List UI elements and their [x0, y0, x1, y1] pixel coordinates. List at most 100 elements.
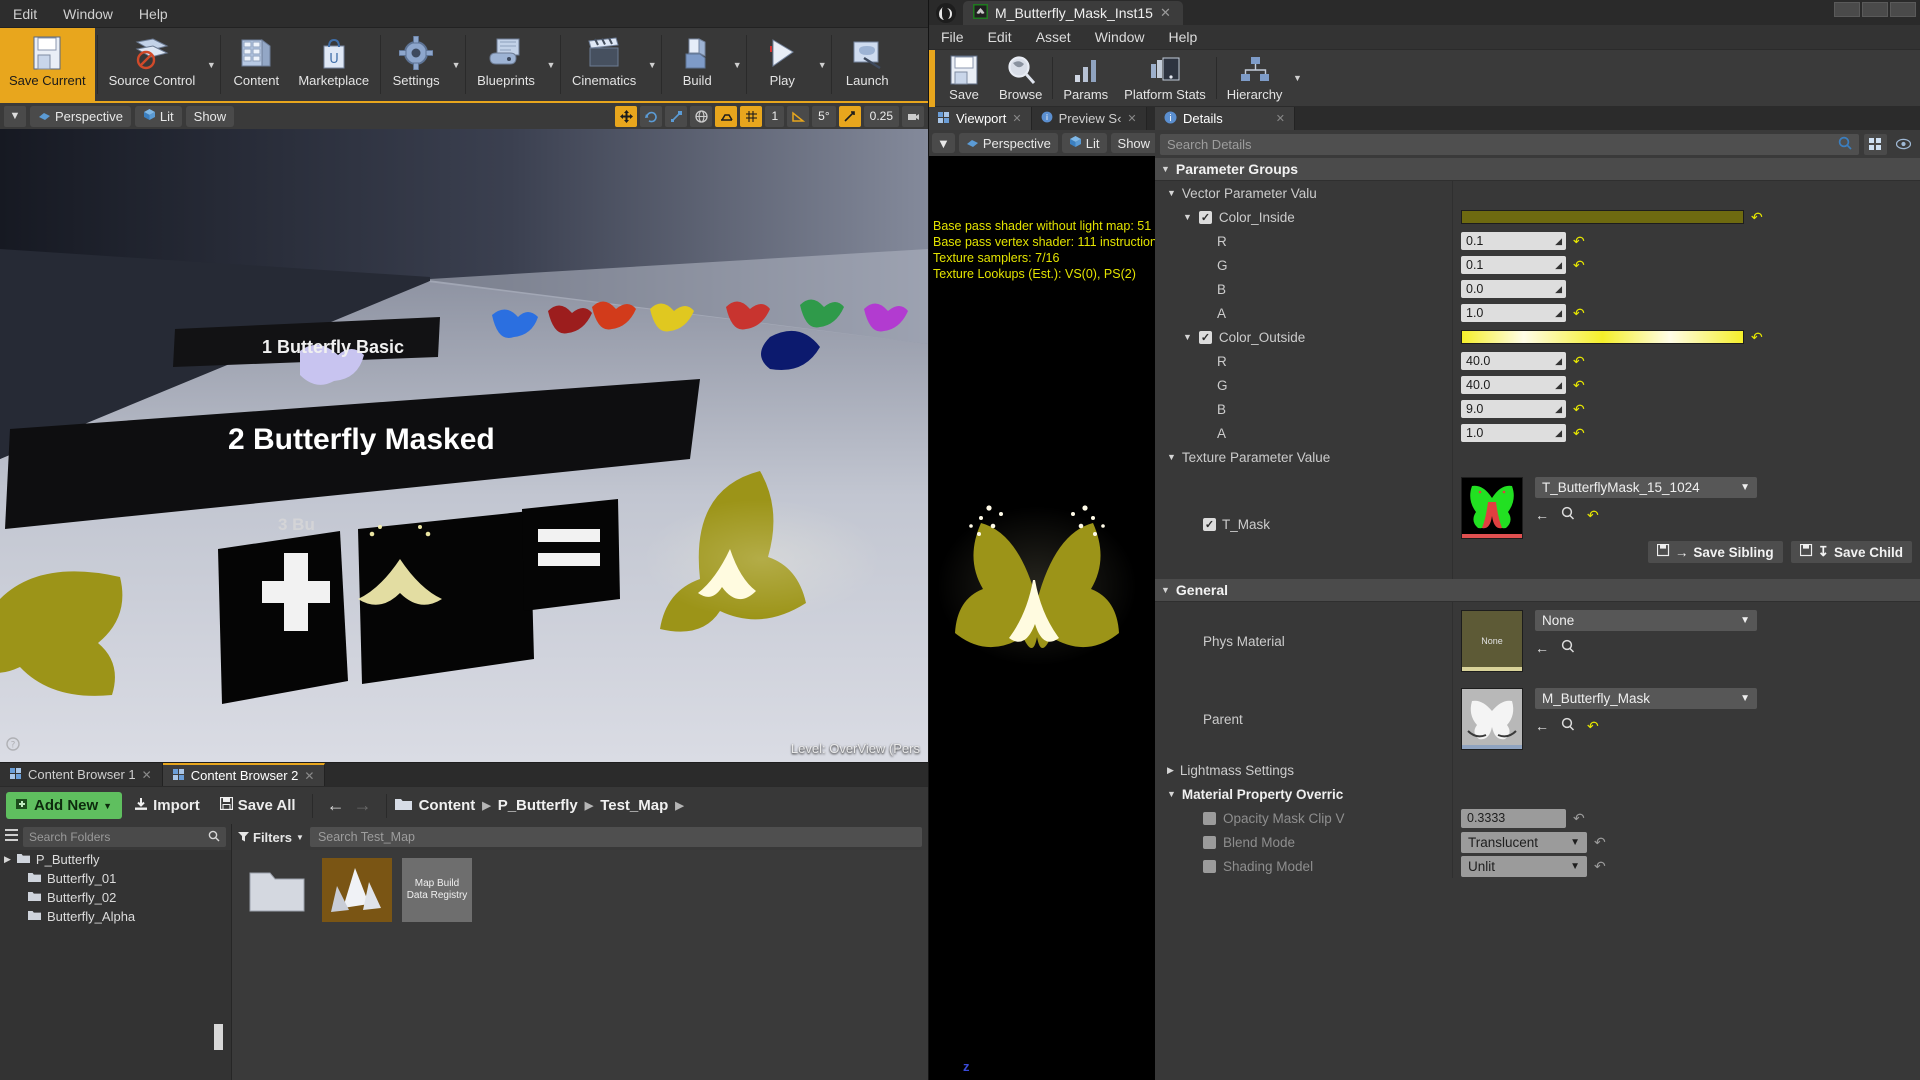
opacity-mask-clip-input[interactable]: 0.3333	[1461, 808, 1566, 828]
menu-window[interactable]: Window	[50, 2, 126, 26]
reset-icon[interactable]: ↶	[1594, 834, 1606, 851]
save-sibling-button[interactable]: → Save Sibling	[1647, 541, 1783, 563]
reset-icon[interactable]: ↶	[1751, 330, 1763, 344]
menu-help[interactable]: Help	[126, 2, 181, 26]
back-arrow-icon[interactable]: ←	[327, 795, 345, 816]
minimize-button[interactable]	[1834, 2, 1860, 17]
filters-button[interactable]: Filters ▼	[238, 830, 304, 845]
subcategory-vector-parameter-values[interactable]: ▼ Vector Parameter Valu	[1155, 181, 1920, 205]
add-new-button[interactable]: Add New ▼	[6, 792, 123, 819]
preview-perspective-button[interactable]: Perspective	[958, 133, 1058, 153]
close-icon[interactable]: ✕	[1160, 5, 1171, 21]
tree-item-p-butterfly[interactable]: ▶ P_Butterfly	[0, 850, 231, 869]
asset-item-folder[interactable]	[242, 858, 312, 922]
toolbar-content[interactable]: Content	[223, 28, 289, 101]
t-mask-checkbox[interactable]: ✓	[1203, 517, 1216, 531]
material-hierarchy-button[interactable]: Hierarchy	[1219, 50, 1291, 106]
search-folders-input[interactable]: Search Folders	[23, 827, 226, 847]
close-window-button[interactable]	[1890, 2, 1916, 17]
angle-snap-value[interactable]: 5°	[812, 105, 836, 127]
color-outside-a-input[interactable]: 1.0 ◢	[1461, 424, 1566, 442]
color-inside-a-input[interactable]: 1.0 ◢	[1461, 304, 1566, 322]
chevron-down-icon[interactable]: ▼	[204, 60, 218, 70]
color-outside-checkbox[interactable]: ✓	[1198, 330, 1212, 344]
camera-speed-icon[interactable]	[902, 105, 924, 127]
close-icon[interactable]: ✕	[304, 769, 314, 783]
spinner-icon[interactable]: ◢	[1555, 284, 1562, 295]
rotate-mode-icon[interactable]	[640, 105, 663, 127]
browse-to-asset-icon[interactable]	[1561, 717, 1575, 734]
details-settings-button[interactable]	[1892, 134, 1915, 155]
phys-material-thumbnail[interactable]: None	[1461, 610, 1523, 672]
color-inside-r-input[interactable]: 0.1 ◢	[1461, 232, 1566, 250]
color-inside-b-input[interactable]: 0.0 ◢	[1461, 280, 1566, 298]
reset-icon[interactable]: ↶	[1573, 354, 1585, 368]
color-outside-g-input[interactable]: 40.0 ◢	[1461, 376, 1566, 394]
tab-content-browser-1[interactable]: Content Browser 1 ✕	[0, 763, 163, 786]
color-inside-checkbox[interactable]: ✓	[1198, 210, 1212, 224]
breadcrumb-test-map[interactable]: Test_Map	[600, 797, 668, 814]
material-platform-stats-button[interactable]: Platform Stats	[1116, 50, 1214, 106]
spinner-icon[interactable]: ◢	[1555, 404, 1562, 415]
forward-arrow-icon[interactable]: →	[354, 795, 372, 816]
tab-viewport[interactable]: Viewport ✕	[929, 107, 1032, 130]
use-selected-arrow-icon[interactable]: ←	[1535, 640, 1549, 656]
toolbar-marketplace[interactable]: U Marketplace	[289, 28, 378, 101]
chevron-right-icon[interactable]: ▶	[4, 854, 11, 865]
shading-model-checkbox[interactable]	[1203, 859, 1216, 873]
menu-edit[interactable]: Edit	[0, 2, 50, 26]
reset-icon[interactable]: ↶	[1594, 858, 1606, 875]
chevron-down-icon[interactable]: ▼	[544, 60, 558, 70]
grid-snap-value[interactable]: 1	[765, 105, 785, 127]
material-params-button[interactable]: Params	[1055, 50, 1116, 106]
param-color-outside[interactable]: ▼ ✓ Color_Outside ↶	[1155, 325, 1920, 349]
surface-snap-icon[interactable]	[715, 105, 738, 127]
spinner-icon[interactable]: ◢	[1555, 356, 1562, 367]
spinner-icon[interactable]: ◢	[1555, 308, 1562, 319]
breadcrumb-p-butterfly[interactable]: P_Butterfly	[498, 797, 578, 814]
search-details-input[interactable]: Search Details	[1160, 133, 1859, 155]
reset-icon[interactable]: ↶	[1573, 306, 1585, 320]
viewport-perspective-button[interactable]: Perspective	[30, 105, 131, 127]
parent-material-thumbnail[interactable]	[1461, 688, 1523, 750]
menu-asset[interactable]: Asset	[1024, 26, 1083, 48]
toolbar-settings[interactable]: Settings	[383, 28, 449, 101]
level-viewport[interactable]: 1 Butterfly Basic 2 Butterfly Masked 3 B…	[0, 129, 928, 762]
param-color-inside[interactable]: ▼ ✓ Color_Inside ↶	[1155, 205, 1920, 229]
spinner-icon[interactable]: ◢	[1555, 428, 1562, 439]
toolbar-play[interactable]: Play	[749, 28, 815, 101]
spinner-icon[interactable]: ◢	[1555, 380, 1562, 391]
details-filter-button[interactable]	[1864, 133, 1887, 155]
color-outside-swatch[interactable]	[1461, 330, 1744, 344]
chevron-down-icon[interactable]: ▼	[1183, 332, 1192, 342]
angle-snap-icon[interactable]	[787, 105, 810, 127]
chevron-down-icon[interactable]: ▼	[1290, 73, 1304, 83]
details-scroll-area[interactable]: ▼ Parameter Groups ▼ Vector Parameter Va…	[1155, 158, 1920, 1080]
grid-snap-icon[interactable]	[740, 105, 763, 127]
reset-icon[interactable]: ↶	[1587, 719, 1599, 733]
menu-help[interactable]: Help	[1157, 26, 1210, 48]
viewport-lit-button[interactable]: Lit	[134, 105, 182, 127]
import-button[interactable]: Import	[126, 793, 208, 819]
browse-to-asset-icon[interactable]	[1561, 506, 1575, 523]
tree-item-butterfly-01[interactable]: Butterfly_01	[0, 869, 231, 888]
color-inside-swatch[interactable]	[1461, 210, 1744, 224]
sources-menu-icon[interactable]	[5, 828, 18, 846]
toolbar-save-current[interactable]: Save Current	[0, 28, 95, 101]
maximize-button[interactable]	[1862, 2, 1888, 17]
opacity-mask-clip-checkbox[interactable]	[1203, 811, 1216, 825]
use-selected-arrow-icon[interactable]: ←	[1535, 718, 1549, 734]
category-lightmass-settings[interactable]: ▶ Lightmass Settings	[1155, 758, 1920, 782]
reset-icon[interactable]: ↶	[1587, 508, 1599, 522]
close-icon[interactable]: ✕	[1276, 112, 1285, 125]
reset-icon[interactable]: ↶	[1573, 810, 1585, 827]
save-child-button[interactable]: ↧ Save Child	[1790, 541, 1912, 563]
close-icon[interactable]: ✕	[1127, 112, 1136, 125]
scale-snap-value[interactable]: 0.25	[863, 105, 899, 127]
category-material-property-overrides[interactable]: ▼ Material Property Overric	[1155, 782, 1920, 806]
preview-show-button[interactable]: Show	[1110, 133, 1158, 153]
preview-lit-button[interactable]: Lit	[1061, 133, 1107, 153]
spinner-icon[interactable]: ◢	[1555, 260, 1562, 271]
asset-search-input[interactable]: Search Test_Map	[309, 827, 922, 847]
t-mask-thumbnail[interactable]	[1461, 477, 1523, 539]
